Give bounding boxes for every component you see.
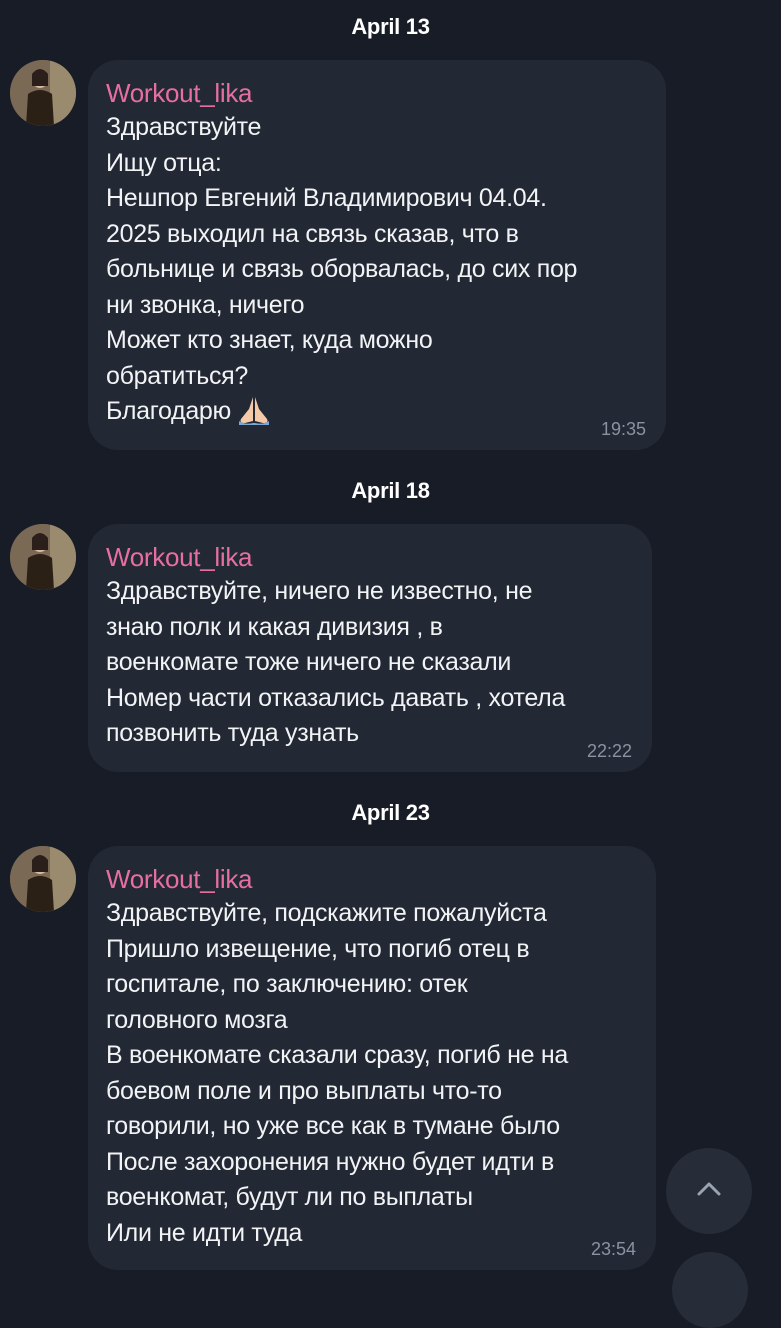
sender-name[interactable]: Workout_lika	[106, 76, 650, 110]
message-line: Здравствуйте, подскажите пожалуйста	[106, 899, 547, 927]
praying-hands-icon	[237, 395, 271, 436]
message-line: Благодарю	[106, 397, 231, 425]
message-bubble[interactable]: Workout_lika Здравствуйте Ищу отца: Нешп…	[88, 60, 666, 450]
message-line: говорили, но уже все как в тумане было	[106, 1112, 560, 1140]
message-line: После захоронения нужно будет идти в	[106, 1147, 554, 1176]
avatar[interactable]	[10, 60, 76, 126]
message-line: Ищу отца:	[106, 148, 222, 177]
message-line: Здравствуйте, ничего не известно, не	[106, 577, 533, 605]
message-line: знаю полк и какая дивизия , в	[106, 612, 443, 641]
message-line: В военкомате сказали сразу, погиб не на	[106, 1041, 568, 1069]
chevron-up-icon	[695, 1180, 723, 1203]
message-time: 22:22	[586, 741, 632, 761]
message-line: Номер части отказались давать , хотела	[106, 683, 566, 712]
message-line: военкомат, будут ли по выплаты	[106, 1183, 473, 1211]
message-line: позвонить туда узнать	[106, 719, 359, 747]
message-line-with-emoji: Благодарю	[106, 394, 650, 436]
message-line: больнице и связь оборвалась, до сих пор	[106, 255, 578, 283]
avatar[interactable]	[10, 846, 76, 912]
message-line: Нешпор Евгений Владимирович 04.04.	[106, 184, 547, 212]
message-line: госпитале, по заключению: отек	[106, 970, 468, 998]
date-separator: April 13	[351, 14, 430, 39]
message-bubble[interactable]: Workout_lika Здравствуйте, ничего не изв…	[88, 524, 652, 772]
date-separator: April 18	[351, 478, 430, 503]
scroll-down-button[interactable]	[672, 1252, 748, 1328]
sender-name[interactable]: Workout_lika	[106, 540, 636, 574]
message-line: Пришло извещение, что погиб отец в	[106, 934, 530, 963]
message-line: Может кто знает, куда можно	[106, 326, 433, 354]
avatar[interactable]	[10, 524, 76, 590]
message-line: обратиться?	[106, 361, 249, 390]
message-time: 23:54	[590, 1239, 636, 1259]
message-line: Или не идти туда	[106, 1218, 303, 1247]
message-bubble[interactable]: Workout_lika Здравствуйте, подскажите по…	[88, 846, 656, 1270]
scroll-up-button[interactable]	[666, 1148, 752, 1234]
message-line: головного мозга	[106, 1005, 288, 1034]
date-separator: April 23	[351, 800, 430, 825]
message-line: военкомате тоже ничего не сказали	[106, 648, 512, 676]
sender-name[interactable]: Workout_lika	[106, 862, 640, 896]
message-time: 19:35	[600, 419, 646, 439]
message-line: боевом поле и про выплаты что-то	[106, 1076, 502, 1105]
message-line: ни звонка, ничего	[106, 290, 305, 319]
message-line: Здравствуйте	[106, 113, 262, 141]
message-line: 2025 выходил на связь сказав, что в	[106, 219, 519, 248]
